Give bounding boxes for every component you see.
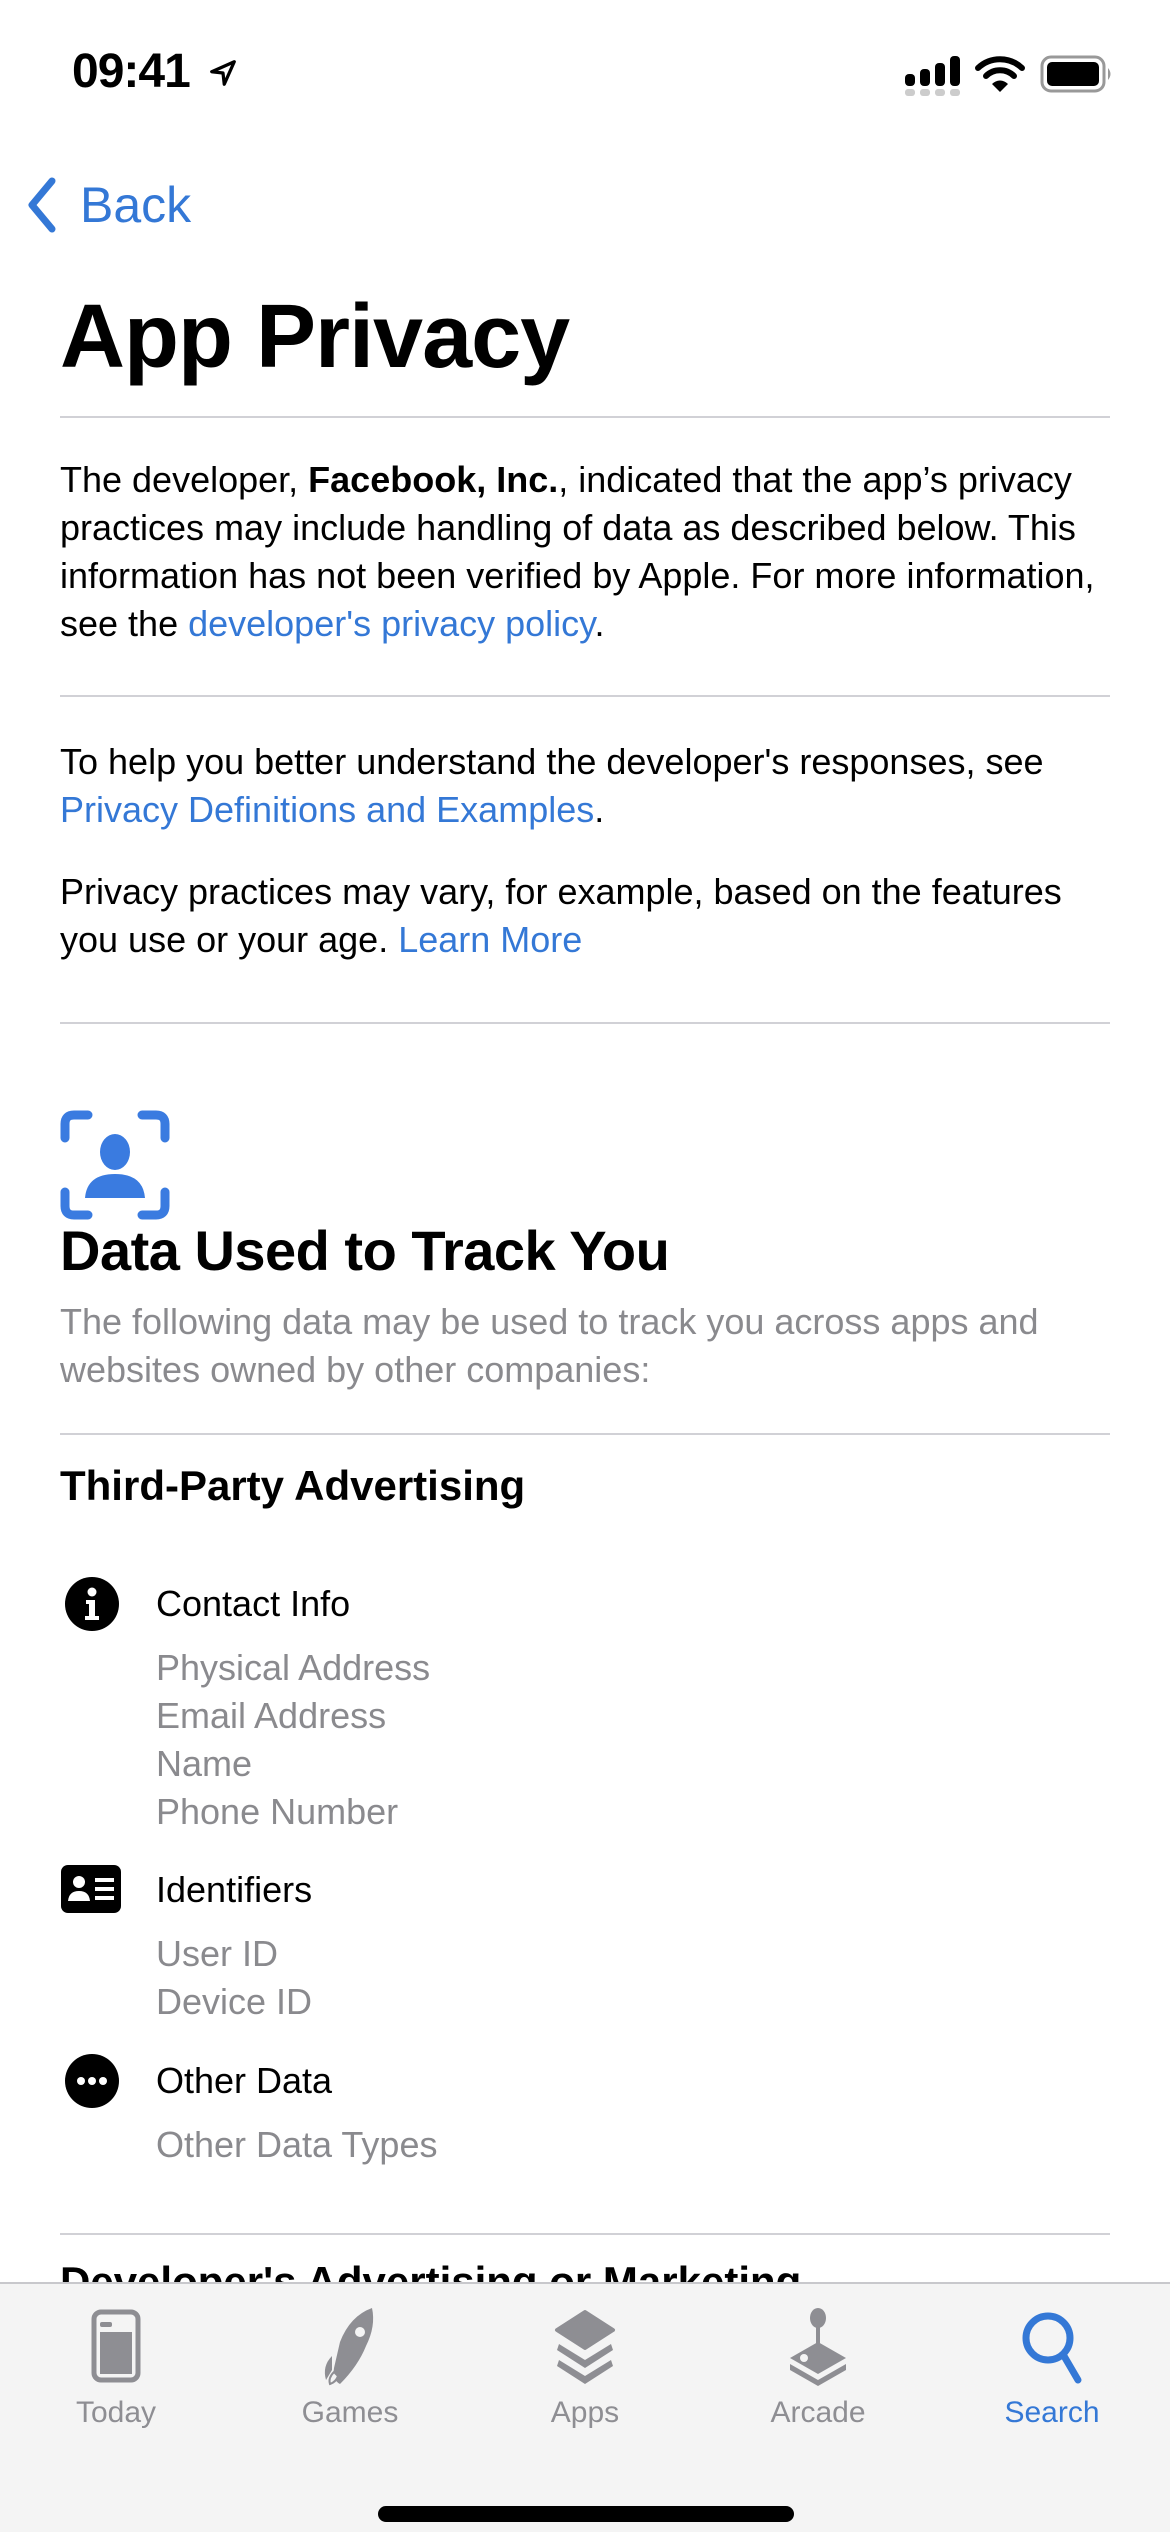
ellipsis-circle-icon: [65, 2054, 119, 2108]
developer-privacy-policy-link[interactable]: developer's privacy policy: [188, 603, 594, 644]
developer-name: Facebook, Inc.: [308, 459, 559, 500]
category-label: Contact Info: [156, 1583, 351, 1624]
tab-games[interactable]: Games: [250, 2306, 450, 2456]
person-viewfinder-icon: [60, 1110, 170, 1220]
divider: [60, 2233, 1110, 2235]
tracking-section-subtitle: The following data may be used to track …: [60, 1301, 1039, 1390]
status-time: 09:41: [72, 45, 191, 98]
definitions-text: To help you better understand the develo…: [60, 741, 1044, 782]
divider: [60, 416, 1110, 418]
search-icon: [1022, 2312, 1082, 2384]
chevron-left-icon: [28, 177, 56, 233]
privacy-definitions-link[interactable]: Privacy Definitions and Examples: [60, 789, 594, 830]
definitions-paragraph: To help you better understand the develo…: [60, 738, 1120, 834]
learn-more-link[interactable]: Learn More: [398, 919, 582, 960]
tracking-section-title: Data Used to Track You: [60, 1219, 670, 1282]
data-type-item: Other Data Types: [156, 2124, 438, 2165]
tab-label: Arcade: [770, 2396, 866, 2429]
definitions-suffix: .: [594, 789, 605, 830]
tab-today[interactable]: Today: [16, 2306, 216, 2456]
tab-apps[interactable]: Apps: [485, 2306, 685, 2456]
data-type-item: Email Address: [156, 1695, 387, 1736]
data-type-item: Physical Address: [156, 1647, 431, 1688]
cellular-signal-icon: [905, 56, 960, 96]
info-circle-icon: [65, 1577, 119, 1631]
status-bar: 09:41: [0, 0, 1170, 140]
category-items: User ID Device ID: [156, 1930, 312, 2026]
category-label: Identifiers: [156, 1869, 313, 1910]
back-button[interactable]: Back: [22, 170, 191, 240]
category-label: Other Data: [156, 2060, 333, 2101]
divider: [60, 1022, 1110, 1024]
tab-bar: Today Games Apps Arcade Search: [0, 2282, 1170, 2532]
tab-label: Today: [75, 2396, 157, 2429]
data-type-item: Phone Number: [156, 1791, 399, 1832]
joystick-icon: [790, 2308, 846, 2386]
divider: [60, 1433, 1110, 1435]
location-arrow-icon: [210, 60, 236, 86]
person-id-card-icon: [61, 1865, 121, 1913]
category-items: Other Data Types: [156, 2121, 437, 2169]
tab-search[interactable]: Search: [952, 2306, 1152, 2456]
category-items: Physical Address Email Address Name Phon…: [156, 1644, 430, 1836]
purpose-title: Third-Party Advertising: [60, 1462, 526, 1509]
back-label: Back: [80, 177, 192, 233]
data-type-item: Name: [156, 1743, 253, 1784]
intro-suffix: .: [594, 603, 605, 644]
data-type-item: Device ID: [156, 1981, 313, 2022]
practices-paragraph: Privacy practices may vary, for example,…: [60, 868, 1120, 964]
tab-label: Games: [301, 2396, 399, 2429]
battery-icon: [1040, 55, 1111, 93]
rocket-icon: [324, 2308, 374, 2386]
data-type-item: User ID: [156, 1933, 279, 1974]
tab-label: Search: [1004, 2396, 1100, 2429]
intro-prefix: The developer,: [60, 459, 309, 500]
home-indicator: [378, 2506, 794, 2522]
tab-label: Apps: [550, 2396, 620, 2429]
tab-arcade[interactable]: Arcade: [718, 2306, 918, 2456]
intro-paragraph: The developer, Facebook, Inc., indicated…: [60, 456, 1120, 648]
wifi-icon: [975, 56, 1025, 92]
page-title: App Privacy: [60, 287, 570, 387]
divider: [60, 695, 1110, 697]
layers-stack-icon: [555, 2310, 615, 2384]
today-icon: [91, 2309, 141, 2383]
